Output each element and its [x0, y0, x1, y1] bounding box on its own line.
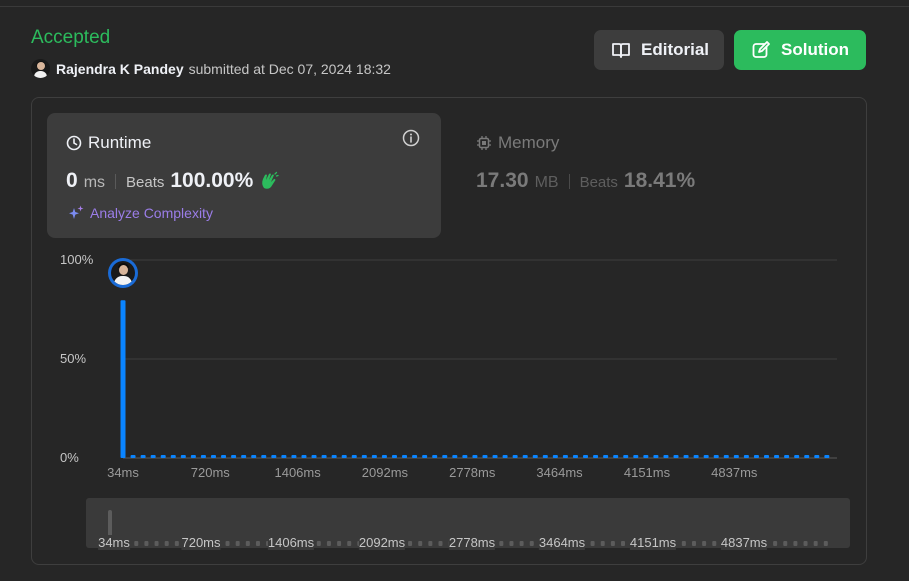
navigator-bar	[134, 541, 139, 546]
navigator-bar	[245, 541, 250, 546]
navigator-bar	[144, 541, 149, 546]
navigator-bar	[499, 541, 504, 546]
navigator-bar	[793, 541, 798, 546]
navigator-tick-label: 34ms	[98, 535, 130, 550]
navigator-bar	[154, 541, 159, 546]
navigator-tick-label: 4837ms	[720, 535, 768, 550]
navigator-bar	[712, 541, 717, 546]
navigator-bar	[418, 541, 423, 546]
navigator-bar	[813, 541, 818, 546]
navigator-bar	[702, 541, 707, 546]
navigator-bar	[337, 541, 342, 546]
navigator-mini-chart	[124, 541, 828, 546]
navigator-bar	[326, 541, 331, 546]
navigator-bar	[225, 541, 230, 546]
navigator-bar	[438, 541, 443, 546]
navigator-tick-label: 2092ms	[358, 535, 406, 550]
navigator-bar	[590, 541, 595, 546]
navigator-bar	[773, 541, 778, 546]
navigator-bar	[255, 541, 260, 546]
navigator-bar	[519, 541, 524, 546]
navigator-tick-label: 1406ms	[267, 535, 315, 550]
navigator-bar	[529, 541, 534, 546]
navigator-tick-label: 3464ms	[538, 535, 586, 550]
navigator-bar	[691, 541, 696, 546]
navigator-bar	[235, 541, 240, 546]
navigator-bar	[681, 541, 686, 546]
navigator-bar	[783, 541, 788, 546]
navigator-bar	[347, 541, 352, 546]
navigator-bar	[610, 541, 615, 546]
navigator-bar	[164, 541, 169, 546]
navigator-tick-label: 4151ms	[629, 535, 677, 550]
navigator-bar	[823, 541, 828, 546]
navigator-handle[interactable]	[108, 510, 112, 538]
navigator-tick-label: 2778ms	[448, 535, 496, 550]
navigator-bar	[174, 541, 179, 546]
navigator-tick-label: 720ms	[181, 535, 221, 550]
navigator-bar	[600, 541, 605, 546]
navigator-bar	[316, 541, 321, 546]
navigator-bar	[509, 541, 514, 546]
navigator-bar	[621, 541, 626, 546]
navigator-bar	[428, 541, 433, 546]
navigator-bar	[408, 541, 413, 546]
navigator-bar	[803, 541, 808, 546]
